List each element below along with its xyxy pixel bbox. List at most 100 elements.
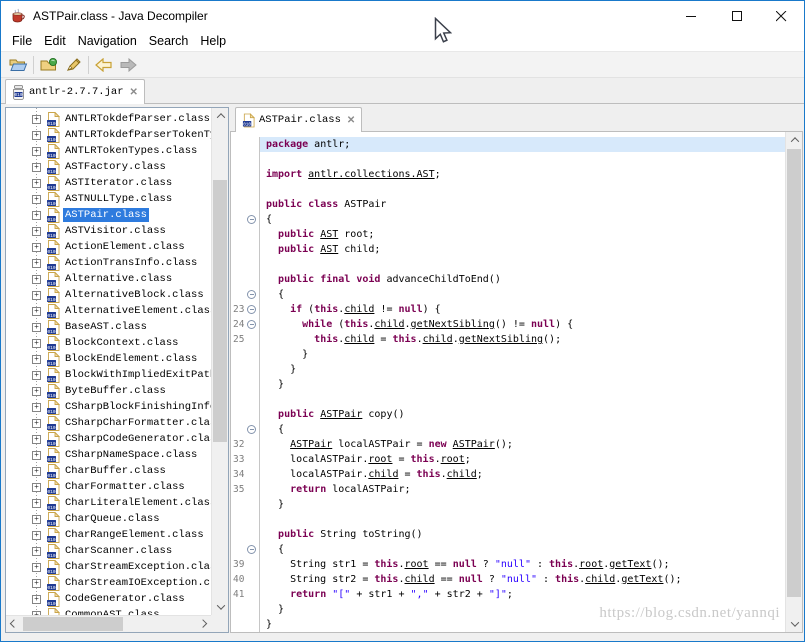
code-link[interactable]: ASTPair <box>320 409 362 420</box>
tab-astpair-class[interactable]: 010 ASTPair.class ✕ <box>235 107 362 132</box>
close-button[interactable] <box>759 1 804 31</box>
tree-item[interactable]: +010ANTLRTokenTypes.class <box>6 143 211 159</box>
code-link[interactable]: child <box>344 334 374 345</box>
tree-item[interactable]: +010CharScanner.class <box>6 543 211 559</box>
tab-close-icon[interactable]: ✕ <box>128 87 138 98</box>
tree-item[interactable]: +010CharQueue.class <box>6 511 211 527</box>
open-file-icon[interactable] <box>6 53 30 76</box>
fold-collapse-icon[interactable] <box>247 545 256 554</box>
tree-item[interactable]: +010ActionTransInfo.class <box>6 255 211 271</box>
tab-antlr-jar[interactable]: 010 antlr-2.7.7.jar ✕ <box>5 79 145 104</box>
expand-plus-icon[interactable]: + <box>32 371 41 380</box>
code-link[interactable]: getNextSibling <box>459 334 543 345</box>
code-link[interactable]: getText <box>609 559 651 570</box>
tree-item[interactable]: +010ANTLRTokdefParserTokenTypes.class <box>6 127 211 143</box>
expand-plus-icon[interactable]: + <box>32 227 41 236</box>
tree-item[interactable]: +010ASTIterator.class <box>6 175 211 191</box>
open-type-icon[interactable] <box>37 53 61 76</box>
expand-plus-icon[interactable]: + <box>32 355 41 364</box>
code-link[interactable]: ASTPair <box>453 439 495 450</box>
tree-item[interactable]: +010ASTNULLType.class <box>6 191 211 207</box>
tree-item[interactable]: +010ASTVisitor.class <box>6 223 211 239</box>
code-link[interactable]: child <box>405 574 435 585</box>
tree-item[interactable]: +010CharRangeElement.class <box>6 527 211 543</box>
tree-item[interactable]: +010CSharpCharFormatter.class <box>6 415 211 431</box>
expand-plus-icon[interactable]: + <box>32 435 41 444</box>
expand-plus-icon[interactable]: + <box>32 451 41 460</box>
back-icon[interactable] <box>92 53 116 76</box>
code-link[interactable]: root <box>368 454 392 465</box>
menu-navigation[interactable]: Navigation <box>72 32 143 50</box>
code-link[interactable]: getNextSibling <box>411 319 495 330</box>
expand-plus-icon[interactable]: + <box>32 403 41 412</box>
tree-item[interactable]: +010CSharpBlockFinishingInfo.class <box>6 399 211 415</box>
tree-item[interactable]: +010BaseAST.class <box>6 319 211 335</box>
search-icon[interactable] <box>61 53 85 76</box>
expand-plus-icon[interactable]: + <box>32 419 41 428</box>
tree-item[interactable]: +010CharStreamException.class <box>6 559 211 575</box>
expand-plus-icon[interactable]: + <box>32 547 41 556</box>
expand-plus-icon[interactable]: + <box>32 195 41 204</box>
scroll-left-icon[interactable] <box>6 616 22 633</box>
code-link[interactable]: root <box>441 454 465 465</box>
tree-item[interactable]: +010Alternative.class <box>6 271 211 287</box>
fold-collapse-icon[interactable] <box>247 320 256 329</box>
expand-plus-icon[interactable]: + <box>32 275 41 284</box>
code-link[interactable]: root <box>579 559 603 570</box>
code-link[interactable]: antlr.collections.AST <box>308 169 434 180</box>
expand-plus-icon[interactable]: + <box>32 147 41 156</box>
code-link[interactable]: child <box>374 319 404 330</box>
tree-item[interactable]: +010ASTFactory.class <box>6 159 211 175</box>
code-link[interactable]: root <box>405 559 429 570</box>
tree-item[interactable]: +010CodeGenerator.class <box>6 591 211 607</box>
expand-plus-icon[interactable]: + <box>32 307 41 316</box>
tree-item[interactable]: +010ASTPair.class <box>6 207 211 223</box>
expand-plus-icon[interactable]: + <box>32 531 41 540</box>
code-link[interactable]: child <box>344 304 374 315</box>
code-link[interactable]: ASTPair <box>290 439 332 450</box>
tree-item[interactable]: +010CharBuffer.class <box>6 463 211 479</box>
expand-plus-icon[interactable]: + <box>32 499 41 508</box>
tree-item[interactable]: +010ActionElement.class <box>6 239 211 255</box>
code-link[interactable]: child <box>423 334 453 345</box>
expand-plus-icon[interactable]: + <box>32 467 41 476</box>
expand-plus-icon[interactable]: + <box>32 259 41 268</box>
fold-collapse-icon[interactable] <box>247 215 256 224</box>
tree-item[interactable]: +010ByteBuffer.class <box>6 383 211 399</box>
tree-item[interactable]: +010AlternativeBlock.class <box>6 287 211 303</box>
code-editor[interactable]: package antlr;import antlr.collections.A… <box>230 132 803 633</box>
scroll-right-icon[interactable] <box>195 616 211 633</box>
tab-close-icon[interactable]: ✕ <box>345 115 355 126</box>
code-link[interactable]: child <box>368 469 398 480</box>
tree-vertical-scrollbar[interactable] <box>211 108 228 615</box>
maximize-button[interactable] <box>714 1 759 31</box>
expand-plus-icon[interactable]: + <box>32 387 41 396</box>
scroll-up-icon[interactable] <box>212 108 229 124</box>
tree-item[interactable]: +010BlockContext.class <box>6 335 211 351</box>
fold-collapse-icon[interactable] <box>247 305 256 314</box>
scroll-down-icon[interactable] <box>212 599 229 615</box>
tree-item[interactable]: +010CharFormatter.class <box>6 479 211 495</box>
menu-file[interactable]: File <box>6 32 38 50</box>
expand-plus-icon[interactable]: + <box>32 291 41 300</box>
menu-edit[interactable]: Edit <box>38 32 72 50</box>
code-link[interactable]: child <box>585 574 615 585</box>
tree-item[interactable]: +010AlternativeElement.class <box>6 303 211 319</box>
tree-hscroll-thumb[interactable] <box>23 617 123 631</box>
expand-plus-icon[interactable]: + <box>32 323 41 332</box>
scroll-down-icon[interactable] <box>786 616 803 632</box>
expand-plus-icon[interactable]: + <box>32 211 41 220</box>
scroll-up-icon[interactable] <box>786 132 803 148</box>
expand-plus-icon[interactable]: + <box>32 179 41 188</box>
editor-vertical-scrollbar[interactable] <box>785 132 802 632</box>
expand-plus-icon[interactable]: + <box>32 595 41 604</box>
tree-item[interactable]: +010CommonAST.class <box>6 607 211 615</box>
menu-help[interactable]: Help <box>194 32 232 50</box>
tree-item[interactable]: +010ANTLRTokdefParser.class <box>6 111 211 127</box>
expand-plus-icon[interactable]: + <box>32 483 41 492</box>
tree-item[interactable]: +010BlockEndElement.class <box>6 351 211 367</box>
code-link[interactable]: child <box>447 469 477 480</box>
menu-search[interactable]: Search <box>143 32 195 50</box>
expand-plus-icon[interactable]: + <box>32 515 41 524</box>
expand-plus-icon[interactable]: + <box>32 163 41 172</box>
